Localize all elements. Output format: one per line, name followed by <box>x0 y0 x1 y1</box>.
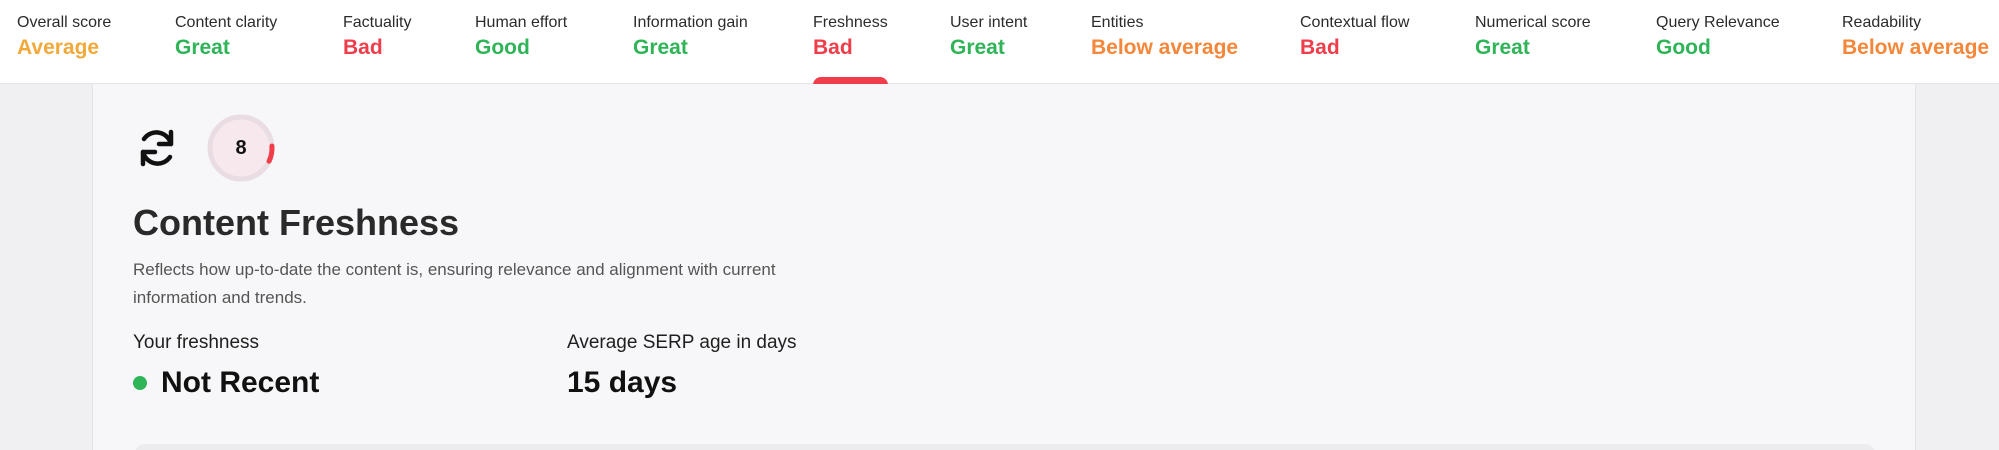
serp-age-value: 15 days <box>567 366 678 399</box>
tab-value: Great <box>175 36 230 59</box>
next-section-card <box>135 444 1875 450</box>
tab-value: Good <box>1656 36 1711 59</box>
tab-label: Factuality <box>343 14 412 31</box>
refresh-icon <box>133 124 181 172</box>
serp-age-label: Average SERP age in days <box>567 332 797 353</box>
tab-value: Below average <box>1091 36 1239 59</box>
tab-value: Below average <box>1842 36 1990 59</box>
tab-value: Great <box>950 36 1005 59</box>
your-freshness-text: Not Recent <box>161 366 320 399</box>
score-ring: 8 <box>205 112 277 184</box>
status-dot-icon <box>133 376 147 390</box>
tab-value: Good <box>475 36 530 59</box>
tab-label: Overall score <box>17 14 112 31</box>
tab-label: User intent <box>950 14 1028 31</box>
tab-label: Freshness <box>813 14 888 31</box>
tab-label: Query Relevance <box>1656 14 1780 31</box>
tab-value: Bad <box>1300 36 1340 59</box>
tab-value: Great <box>633 36 688 59</box>
tab-label: Content clarity <box>175 14 278 31</box>
tab-label: Numerical score <box>1475 14 1591 31</box>
tab-value: Great <box>1475 36 1530 59</box>
section-description: Reflects how up-to-date the content is, … <box>133 260 776 307</box>
freshness-panel: 8 Content Freshness Reflects how up-to-d… <box>92 84 1916 450</box>
tab-value: Bad <box>813 36 853 59</box>
score-value: 8 <box>235 136 247 159</box>
your-freshness-label: Your freshness <box>133 332 260 353</box>
tab-label: Readability <box>1842 14 1922 31</box>
your-freshness-value: Not Recent <box>133 366 319 400</box>
tab-value: Bad <box>343 36 383 59</box>
tab-label: Information gain <box>633 14 748 31</box>
tab-label: Entities <box>1091 14 1144 31</box>
tab-label: Human effort <box>475 14 568 31</box>
page-title: Content Freshness <box>133 202 460 243</box>
tab-value: Average <box>17 36 100 59</box>
tab-label: Contextual flow <box>1300 14 1410 31</box>
metric-tabs-bar: Overall score Average Content clarity Gr… <box>0 0 1999 85</box>
